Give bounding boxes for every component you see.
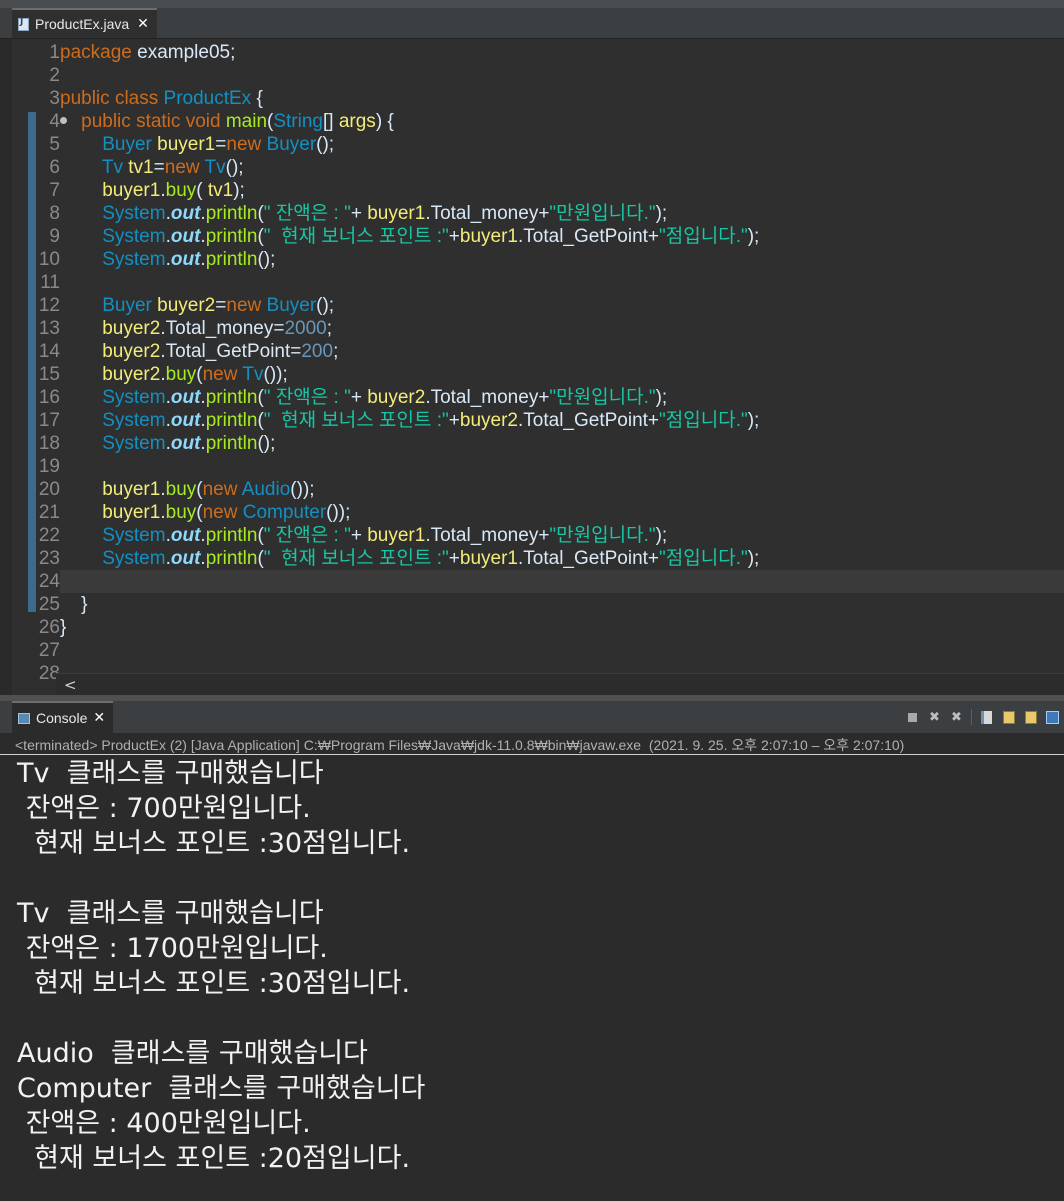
- close-icon[interactable]: ✕: [137, 16, 149, 32]
- line-number: 24: [38, 571, 60, 592]
- line-number: 25: [38, 594, 60, 615]
- line-number: 11: [40, 272, 60, 293]
- code-line[interactable]: Buyer buyer2=new Buyer();: [60, 294, 334, 317]
- line-number: 14: [38, 341, 60, 362]
- console-output-line: Tv 클래스를 구매했습니다: [17, 898, 324, 929]
- line-number: 12: [38, 295, 60, 316]
- code-line[interactable]: buyer2.buy(new Tv());: [60, 363, 288, 386]
- line-number: 6: [49, 157, 60, 178]
- scroll-left-icon[interactable]: <: [64, 674, 77, 696]
- line-number: 13: [38, 318, 60, 339]
- console-output-line: 잔액은 : 400만원입니다.: [17, 1108, 311, 1139]
- console-tab-bar: Console ✕ ✖ ✖: [0, 701, 1064, 733]
- code-line[interactable]: Buyer buyer1=new Buyer();: [60, 133, 334, 156]
- code-line[interactable]: Tv tv1=new Tv();: [60, 156, 244, 179]
- word-wrap-icon[interactable]: [1023, 710, 1038, 725]
- line-number: 1: [49, 42, 60, 63]
- code-line[interactable]: buyer1.buy(new Computer());: [60, 501, 350, 524]
- code-line[interactable]: System.out.println();: [60, 432, 275, 455]
- console-output-line: 현재 보너스 포인트 :30점입니다.: [17, 968, 411, 999]
- line-number: 7: [49, 180, 60, 201]
- console-output-line: Computer 클래스를 구매했습니다: [17, 1073, 426, 1104]
- code-line[interactable]: package example05;: [60, 41, 235, 64]
- console-output-line: 잔액은 : 700만원입니다.: [17, 793, 311, 824]
- line-number: 15: [38, 364, 60, 385]
- code-area[interactable]: package example05; public class ProductE…: [60, 39, 1064, 679]
- code-line[interactable]: }: [60, 616, 66, 639]
- line-number: 9: [49, 226, 60, 247]
- line-number: 20: [38, 479, 60, 500]
- console-output-line: 현재 보너스 포인트 :20점입니다.: [17, 1143, 411, 1174]
- line-number: 17: [38, 410, 60, 431]
- line-number: 2: [49, 65, 60, 86]
- tab-label: Console: [36, 710, 88, 726]
- pin-console-icon[interactable]: [1045, 710, 1060, 725]
- console-status-line: <terminated> ProductEx (2) [Java Applica…: [0, 733, 1064, 755]
- console-toolbar: ✖ ✖: [905, 701, 1064, 733]
- editor-left-ruler: [0, 39, 12, 697]
- console-output-line: 현재 보너스 포인트 :30점입니다.: [17, 828, 411, 859]
- code-line[interactable]: System.out.println(" 잔액은 : "+ buyer1.Tot…: [60, 524, 667, 547]
- line-number: 22: [38, 525, 60, 546]
- line-number: 28: [38, 663, 60, 679]
- java-file-icon: [18, 17, 29, 31]
- line-number: 27: [38, 640, 60, 661]
- console-output[interactable]: Tv 클래스를 구매했습니다 잔액은 : 700만원입니다. 현재 보너스 포인…: [0, 756, 1064, 1201]
- line-number: 21: [38, 502, 60, 523]
- tab-console[interactable]: Console ✕: [12, 701, 114, 733]
- editor-tab-bar: ProductEx.java ✕: [0, 8, 1064, 39]
- horizontal-scrollbar[interactable]: <: [56, 673, 1064, 696]
- line-number: 4: [49, 111, 60, 132]
- line-number-gutter: 1 2 3 4 5 6 7 8 9 10 11 12 13 14 15 16 1…: [12, 39, 67, 679]
- code-line[interactable]: buyer1.buy(new Audio());: [60, 478, 314, 501]
- code-line[interactable]: public static void main(String[] args) {: [60, 110, 394, 133]
- code-line[interactable]: buyer2.Total_GetPoint=200;: [60, 340, 338, 363]
- toolbar-separator: [971, 709, 972, 725]
- code-line[interactable]: System.out.println(" 현재 보너스 포인트 :"+buyer…: [60, 409, 759, 432]
- remove-all-icon[interactable]: ✖: [949, 710, 964, 725]
- line-number: 8: [49, 203, 60, 224]
- line-number: 26: [38, 617, 60, 638]
- clear-console-icon[interactable]: [979, 710, 994, 725]
- console-output-line: 잔액은 : 1700만원입니다.: [17, 933, 328, 964]
- line-number: 23: [38, 548, 60, 569]
- console-icon: [18, 712, 30, 724]
- line-number: 19: [38, 456, 60, 477]
- close-icon[interactable]: ✕: [93, 710, 105, 726]
- code-line[interactable]: System.out.println();: [60, 248, 275, 271]
- line-number: 18: [38, 433, 60, 454]
- tab-label: ProductEx.java: [35, 16, 130, 32]
- scroll-lock-icon[interactable]: [1001, 710, 1016, 725]
- line-number: 3: [49, 88, 60, 109]
- tab-productex-java[interactable]: ProductEx.java ✕: [12, 8, 157, 38]
- code-line[interactable]: buyer2.Total_money=2000;: [60, 317, 332, 340]
- launch-status-text: <terminated> ProductEx (2) [Java Applica…: [15, 737, 905, 753]
- code-line[interactable]: public class ProductEx {: [60, 87, 263, 110]
- window-top-strip: [0, 0, 1064, 8]
- remove-launch-icon[interactable]: ✖: [927, 710, 942, 725]
- line-number: 16: [38, 387, 60, 408]
- code-line[interactable]: System.out.println(" 현재 보너스 포인트 :"+buyer…: [60, 547, 759, 570]
- code-line[interactable]: }: [60, 593, 87, 616]
- code-line[interactable]: buyer1.buy( tv1);: [60, 179, 245, 202]
- code-editor[interactable]: ProductEx.java ✕ 1 2 3 4 5 6 7 8 9 10 11…: [0, 0, 1064, 697]
- code-line[interactable]: System.out.println(" 잔액은 : "+ buyer2.Tot…: [60, 386, 667, 409]
- code-line[interactable]: System.out.println(" 잔액은 : "+ buyer1.Tot…: [60, 202, 667, 225]
- console-output-line: Tv 클래스를 구매했습니다: [17, 758, 324, 789]
- line-number: 5: [49, 134, 60, 155]
- code-line[interactable]: System.out.println(" 현재 보너스 포인트 :"+buyer…: [60, 225, 759, 248]
- line-number: 10: [38, 249, 60, 270]
- console-output-line: Audio 클래스를 구매했습니다: [17, 1038, 368, 1069]
- stop-icon[interactable]: [905, 710, 920, 725]
